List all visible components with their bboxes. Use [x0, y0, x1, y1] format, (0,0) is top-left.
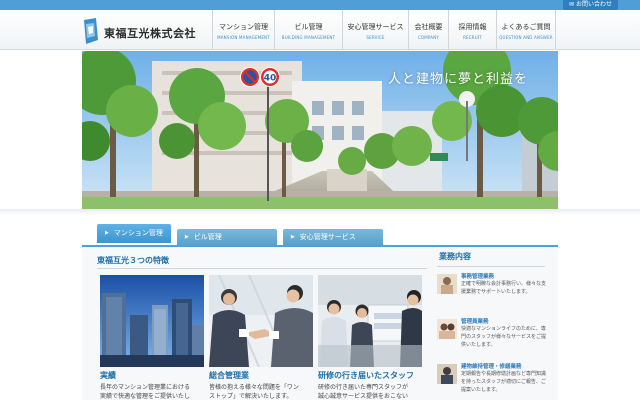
- handshake-photo: [209, 275, 313, 367]
- text-line: 研修の行き届いた専門スタッフが: [318, 384, 409, 391]
- features-title: 東福互光３つの特徴: [97, 256, 169, 265]
- arrow-right-icon: ▶: [290, 234, 295, 240]
- logo-text: 東福互光株式会社: [104, 27, 196, 40]
- nav-label: ビル管理: [294, 23, 323, 31]
- service-tabs: ▶ マンション管理 ▶ ビル管理 ▶ 安心管理サービス: [97, 224, 389, 246]
- hero-copy: 人と建物に夢と利益を: [387, 72, 528, 87]
- business-item-maintenance[interactable]: 建物維持管理・修繕業務 定期報告や長期修繕計画など専門知識を持ったスタッフが適切…: [437, 362, 547, 402]
- nav-company[interactable]: 会社概要 COMPANY: [408, 10, 448, 50]
- text-line: 皆様の抱える様々な問題を「ワン: [209, 384, 299, 391]
- tab-building-management[interactable]: ▶ ビル管理: [176, 229, 277, 246]
- hero-shadow-band: [0, 209, 640, 215]
- tab-label: 安心管理サービス: [299, 233, 356, 241]
- business-item-title: 事務管理業務: [461, 274, 495, 280]
- business-item-title: 建物維持管理・修繕業務: [461, 364, 522, 370]
- tab-mansion-management[interactable]: ▶ マンション管理: [97, 224, 171, 243]
- speed-limit-sign-text: 40: [264, 74, 277, 84]
- business-title: 業務内容: [439, 252, 471, 261]
- nav-label: よくあるご質問: [501, 23, 551, 31]
- nav-label: 採用情報: [458, 23, 487, 31]
- nav-label: マンション管理: [219, 23, 268, 31]
- nav-service[interactable]: 安心管理サービス SERVICE: [342, 10, 408, 50]
- nav-label: 会社概要: [414, 23, 443, 31]
- nav-recruit[interactable]: 採用情報 RECRUIT: [448, 10, 496, 50]
- site-header: 東福互光株式会社 マンション管理 MANSION MANAGEMENT ビル管理 B…: [0, 10, 640, 50]
- business-item-desc: 正確で明瞭な会計事務行い、様々な支援業務でサポートいたします。: [461, 281, 547, 295]
- office-management-thumbnail: [437, 274, 457, 294]
- skyscraper-photo: [100, 275, 204, 367]
- mail-icon: ✉: [569, 1, 576, 8]
- text-line: 長年のマンション管理業における: [100, 384, 191, 391]
- arrow-right-icon: ▶: [105, 230, 109, 236]
- main-nav: マンション管理 MANSION MANAGEMENT ビル管理 BUILDING M…: [212, 10, 556, 50]
- feature-card-text: 皆様の抱える様々な問題を「ワン ストップ」で解決いたします。: [209, 383, 313, 401]
- tab-label: マンション管理: [113, 229, 163, 237]
- feature-card-title: 総合管理業: [209, 371, 249, 380]
- nav-building-management[interactable]: ビル管理 BUILDING MANAGEMENT: [274, 10, 342, 50]
- business-item-desc: 快適なマンションライフのために、専門のスタッフが様々なサービスをご提供いたします…: [461, 326, 547, 348]
- business-item-desc: 定期報告や長期修繕計画など専門知識を持ったスタッフが適切にご報告、ご提案いたしま…: [461, 371, 547, 393]
- maintenance-thumbnail: [437, 364, 457, 384]
- feature-card-text: 研修の行き届いた専門スタッフが 誠心誠意サービス提供をおこない: [318, 383, 422, 401]
- nav-sublabel: BUILDING MANAGEMENT: [281, 35, 336, 40]
- feature-card-trained-staff[interactable]: 研修の行き届いたスタッフ 研修の行き届いた専門スタッフが 誠心誠意サービス提供をお…: [318, 275, 422, 401]
- company-logo[interactable]: 東福互光株式会社: [82, 18, 212, 46]
- business-item-office-management[interactable]: 事務管理業務 正確で明瞭な会計事務行い、様々な支援業務でサポートいたします。: [437, 272, 547, 312]
- contact-label: お問い合わせ: [575, 1, 612, 8]
- nav-mansion-management[interactable]: マンション管理 MANSION MANAGEMENT: [212, 10, 274, 50]
- nav-sublabel: SERVICE: [366, 35, 385, 40]
- logo-mark-icon: [84, 18, 98, 44]
- business-item-caretaker[interactable]: 管理員業務 快適なマンションライフのために、専門のスタッフが様々なサービスをご提…: [437, 317, 547, 357]
- arrow-right-icon: ▶: [184, 234, 189, 240]
- tab-label: ビル管理: [193, 233, 222, 241]
- nav-sublabel: COMPANY: [417, 35, 440, 40]
- hero-banner: 40 人と建物に夢と利益を: [82, 51, 558, 209]
- business-sidebar: 業務内容 事務管理業務 正確で明瞭な会計事務行い、様々な支援業務でサポートいたし…: [437, 251, 547, 402]
- nav-label: 安心管理サービス: [347, 23, 404, 31]
- divider: [97, 268, 427, 269]
- nav-sublabel: QUESTION AND ANSWER: [499, 35, 553, 40]
- feature-card-title: 研修の行き届いたスタッフ: [318, 371, 414, 380]
- nav-qa[interactable]: よくあるご質問 QUESTION AND ANSWER: [496, 10, 556, 50]
- feature-card-track-record[interactable]: 実績 長年のマンション管理業における 実績で快適な管理をご提供いたし: [100, 275, 204, 401]
- top-bar: ✉ お問い合わせ: [0, 0, 640, 10]
- caretaker-thumbnail: [437, 319, 457, 339]
- nav-sublabel: MANSION MANAGEMENT: [217, 35, 270, 40]
- feature-card-title: 実績: [100, 371, 116, 380]
- tab-service[interactable]: ▶ 安心管理サービス: [282, 229, 383, 246]
- tab-content-panel: 東福互光３つの特徴 実績 長年のマンション管理業における 実績で快適な管理をご提供…: [82, 245, 558, 400]
- feature-card-text: 長年のマンション管理業における 実績で快適な管理をご提供いたし: [100, 383, 204, 401]
- office-staff-photo: [318, 275, 422, 367]
- divider: [437, 266, 545, 267]
- contact-link[interactable]: ✉ お問い合わせ: [563, 0, 618, 10]
- feature-card-total-management[interactable]: 総合管理業 皆様の抱える様々な問題を「ワン ストップ」で解決いたします。: [209, 275, 313, 401]
- business-item-title: 管理員業務: [461, 319, 489, 325]
- nav-sublabel: RECRUIT: [463, 35, 482, 40]
